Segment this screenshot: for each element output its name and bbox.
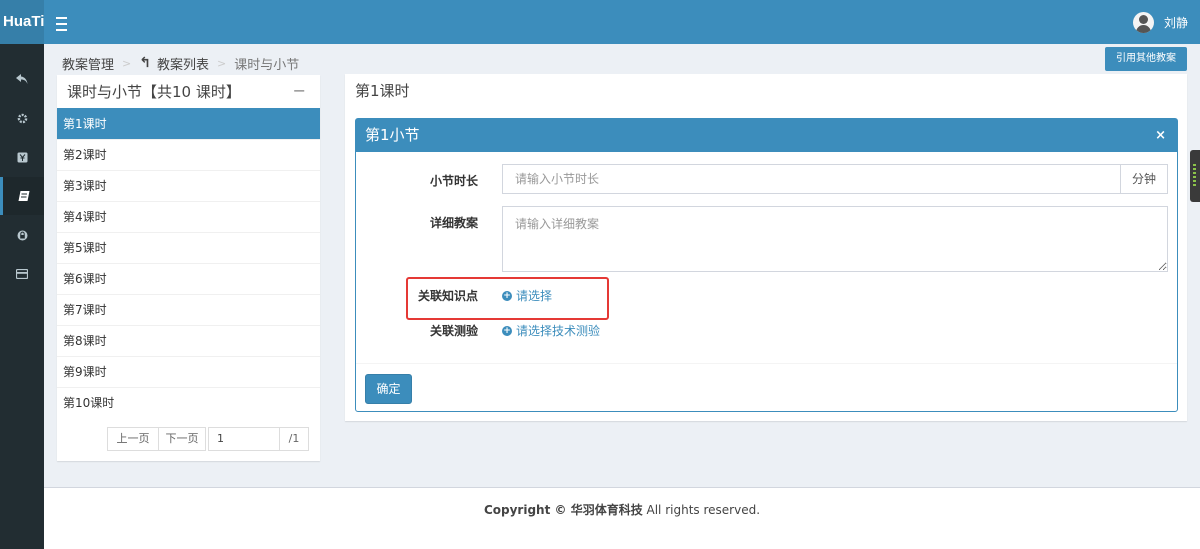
lesson-detail-panel: 第1课时 第1小节 × 小节时长 分钟 详细教案 关联知识点 + 请选择 关联测… bbox=[345, 74, 1187, 421]
duration-unit: 分钟 bbox=[1121, 164, 1168, 194]
reference-other-plan-button[interactable]: 引用其他教案 bbox=[1105, 47, 1187, 71]
sidebar-item-security[interactable] bbox=[0, 216, 44, 254]
avatar bbox=[1132, 11, 1154, 33]
yen-icon bbox=[17, 152, 27, 162]
plus-circle-icon: + bbox=[502, 325, 512, 336]
close-icon[interactable]: × bbox=[1155, 119, 1166, 152]
lesson-item[interactable]: 第4课时 bbox=[57, 201, 320, 232]
plan-label: 详细教案 bbox=[429, 216, 478, 230]
lesson-item[interactable]: 第8课时 bbox=[57, 325, 320, 356]
sidebar-item-lesson-plans[interactable] bbox=[0, 177, 44, 215]
sidebar-item-settings[interactable] bbox=[0, 99, 44, 137]
duration-input[interactable] bbox=[502, 164, 1121, 194]
floating-widget-handle[interactable] bbox=[1190, 150, 1200, 202]
sidebar-item-finance[interactable] bbox=[0, 138, 44, 176]
next-page-button[interactable]: 下一页 bbox=[158, 427, 206, 451]
lesson-title: 第1课时 bbox=[355, 82, 410, 100]
gear-icon bbox=[17, 113, 27, 123]
select-quiz-text: 请选择技术测验 bbox=[516, 324, 601, 338]
select-quiz-link[interactable]: + 请选择技术测验 bbox=[502, 322, 600, 339]
menu-toggle-icon[interactable] bbox=[56, 12, 70, 32]
plan-textarea[interactable] bbox=[502, 206, 1168, 272]
duration-input-group: 分钟 bbox=[502, 164, 1168, 194]
annotation-highlight-box bbox=[406, 277, 609, 320]
breadcrumb: 教案管理 > ↰ 教案列表 > 课时与小节 bbox=[62, 53, 299, 73]
lesson-item[interactable]: 第1课时 bbox=[57, 108, 320, 139]
breadcrumb-separator: > bbox=[122, 56, 132, 70]
lesson-panel-title: 课时与小节【共10 课时】 bbox=[67, 83, 241, 101]
lesson-item[interactable]: 第7课时 bbox=[57, 294, 320, 325]
book-icon bbox=[18, 191, 29, 201]
lesson-list: 第1课时 第2课时 第3课时 第4课时 第5课时 第6课时 第7课时 第8课时 … bbox=[57, 108, 320, 418]
section-header: 第1小节 × bbox=[356, 119, 1177, 152]
lesson-item[interactable]: 第10课时 bbox=[57, 387, 320, 418]
bottom-strip bbox=[0, 532, 1200, 549]
footer: Copyright © 华羽体育科技 All rights reserved. bbox=[44, 487, 1200, 532]
app-logo[interactable]: HuaTi bbox=[0, 0, 44, 44]
pagination: 上一页 下一页 1 /1 bbox=[107, 427, 309, 451]
copyright-text: Copyright © 华羽体育科技 bbox=[483, 503, 643, 517]
page-total: /1 bbox=[279, 427, 309, 451]
quiz-label: 关联测验 bbox=[429, 324, 478, 338]
reply-icon bbox=[16, 73, 28, 84]
breadcrumb-separator: > bbox=[216, 56, 227, 70]
rights-text: All rights reserved. bbox=[642, 503, 761, 517]
sidebar-item-billing[interactable] bbox=[0, 255, 44, 293]
lesson-panel-header: 课时与小节【共10 课时】 − bbox=[57, 75, 320, 108]
lesson-item[interactable]: 第9课时 bbox=[57, 356, 320, 387]
breadcrumb-root[interactable]: 教案管理 bbox=[62, 54, 114, 73]
lesson-item[interactable]: 第6课时 bbox=[57, 263, 320, 294]
sidebar-item-back[interactable] bbox=[0, 60, 44, 98]
lesson-item[interactable]: 第3课时 bbox=[57, 170, 320, 201]
breadcrumb-parent[interactable]: 教案列表 bbox=[157, 54, 209, 73]
breadcrumb-current: 课时与小节 bbox=[234, 57, 300, 73]
lesson-item[interactable]: 第5课时 bbox=[57, 232, 320, 263]
lesson-item[interactable]: 第2课时 bbox=[57, 139, 320, 170]
lock-icon bbox=[17, 230, 27, 240]
user-menu[interactable]: 刘静 bbox=[1132, 11, 1188, 33]
confirm-button[interactable]: 确定 bbox=[365, 374, 412, 404]
sidebar bbox=[0, 44, 44, 549]
page-number-input[interactable]: 1 bbox=[208, 427, 280, 451]
section-title: 第1小节 bbox=[365, 126, 420, 144]
section-box: 第1小节 × 小节时长 分钟 详细教案 关联知识点 + 请选择 关联测验 + 请… bbox=[355, 118, 1178, 412]
collapse-icon[interactable]: − bbox=[293, 81, 306, 100]
lesson-list-panel: 课时与小节【共10 课时】 − 第1课时 第2课时 第3课时 第4课时 第5课时… bbox=[57, 75, 320, 461]
top-navbar: HuaTi 刘静 bbox=[0, 0, 1200, 44]
reply-icon: ↰ bbox=[139, 55, 151, 71]
credit-card-icon bbox=[16, 269, 28, 279]
divider bbox=[356, 363, 1177, 364]
duration-label: 小节时长 bbox=[429, 174, 478, 188]
prev-page-button[interactable]: 上一页 bbox=[107, 427, 159, 451]
user-name: 刘静 bbox=[1163, 15, 1188, 30]
